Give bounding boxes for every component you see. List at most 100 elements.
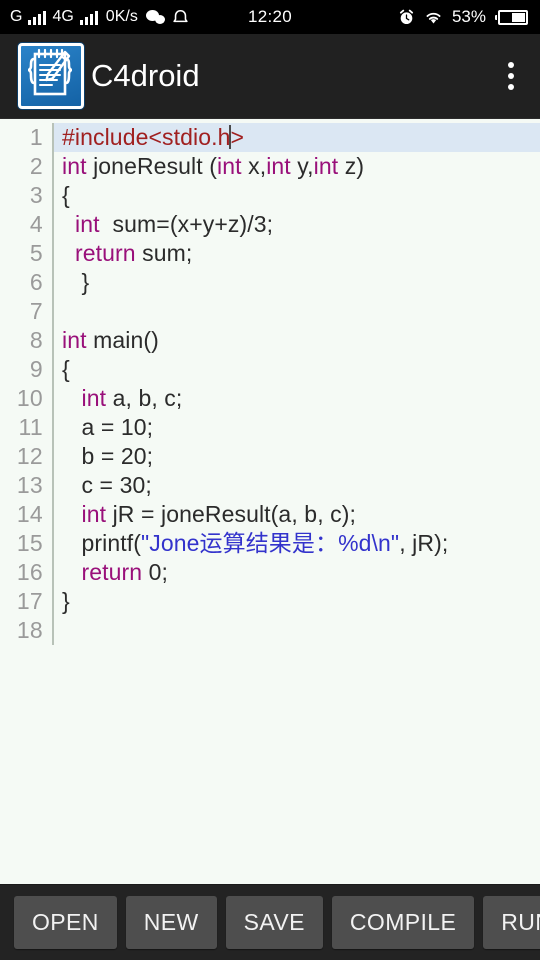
phone-screen: G 4G 0K/s 12:20 53% C4droid 1 #include<s… [0,0,540,960]
code-token: printf( [62,530,141,556]
code-token: y, [290,153,314,179]
code-token: int [74,211,100,237]
status-clock: 12:20 [247,7,293,26]
code-editor[interactable]: 1 #include<stdio.h> 2 int joneResult (int x… [0,119,540,884]
code-line-text[interactable]: b = 20; [54,442,540,471]
line-number: 10 [16,385,43,411]
code-token: { [62,356,70,382]
app-bar: C4droid [0,34,540,119]
code-line[interactable]: 2 int joneResult (int x,int y,int z) [0,152,540,181]
app-title: C4droid [91,58,200,93]
status-bar-left: G 4G 0K/s [10,8,189,26]
status-bar-right: 53% [398,0,528,34]
code-line-text[interactable]: int jR = joneResult(a, b, c); [54,500,540,529]
code-line[interactable]: 13 c = 30; [0,471,540,500]
code-token: } [62,269,90,295]
code-line[interactable]: 17} [0,587,540,616]
network-type-label: G [10,8,23,25]
code-line-text[interactable]: int a, b, c; [54,384,540,413]
code-line-text[interactable]: } [54,587,540,616]
code-line-text[interactable]: int sum=(x+y+z)/3; [54,210,540,239]
signal-bars-icon [28,10,47,25]
code-token: int [81,501,107,527]
overflow-menu-icon[interactable] [496,56,526,96]
line-number: 7 [29,298,43,324]
code-token: jR = joneResult(a, b, c); [106,501,357,527]
line-number: 15 [16,530,43,556]
code-token: main() [86,327,159,353]
code-line[interactable]: 15 printf("Jone运算结果是：%d\n", jR); [0,529,540,558]
code-token: sum=(x+y+z)/3; [99,211,274,237]
battery-icon [495,9,528,25]
code-token: return [81,559,143,585]
compile-button[interactable]: COMPILE [331,896,475,949]
code-line[interactable]: 18 [0,616,540,645]
code-line[interactable]: 11 a = 10; [0,413,540,442]
line-number: 5 [29,240,43,266]
code-line[interactable]: 1 #include<stdio.h> [0,123,540,152]
code-token: int [313,153,339,179]
bottom-toolbar: OPENNEWSAVECOMPILERUN [0,884,540,960]
code-token: joneResult ( [86,153,218,179]
line-number: 16 [16,559,43,585]
code-line[interactable]: 6 } [0,268,540,297]
code-line-text[interactable]: { [54,355,540,384]
code-token: a = 10; [62,414,154,440]
code-line[interactable]: 7 [0,297,540,326]
line-number: 3 [29,182,43,208]
network-type-2-label: 4G [52,8,74,25]
code-line-text[interactable]: return 0; [54,558,540,587]
code-line[interactable]: 14 int jR = joneResult(a, b, c); [0,500,540,529]
code-token: c = 30; [62,472,152,498]
data-speed-label: 0K/s [105,8,138,25]
alarm-icon [398,9,415,26]
save-button[interactable]: SAVE [225,896,323,949]
signal-bars-icon-2 [79,10,98,25]
code-line[interactable]: 16 return 0; [0,558,540,587]
status-bar: G 4G 0K/s 12:20 53% [0,0,540,34]
code-lines-container[interactable]: 1 #include<stdio.h> 2 int joneResult (int x… [0,119,540,645]
code-line-text[interactable]: } [54,268,540,297]
code-line-text[interactable] [54,297,540,326]
new-button[interactable]: NEW [125,896,217,949]
code-line[interactable]: 12 b = 20; [0,442,540,471]
code-line[interactable]: 8 int main() [0,326,540,355]
code-line-text[interactable]: #include<stdio.h> [54,123,540,152]
code-token: int [217,153,242,179]
wifi-icon [424,10,443,25]
code-line-text[interactable]: int joneResult (int x,int y,int z) [54,152,540,181]
line-number: 2 [29,153,43,179]
code-token: sum; [135,240,193,266]
code-line-text[interactable]: a = 10; [54,413,540,442]
code-line-text[interactable] [54,616,540,645]
open-button[interactable]: OPEN [14,896,117,949]
code-line[interactable]: 4 int sum=(x+y+z)/3; [0,210,540,239]
code-token: , jR); [399,530,449,556]
code-line-text[interactable]: c = 30; [54,471,540,500]
line-number: 11 [18,414,43,440]
line-number: 6 [29,269,43,295]
line-number: 8 [29,327,43,353]
line-number: 9 [29,356,43,382]
code-token: x, [241,153,267,179]
code-line[interactable]: 9{ [0,355,540,384]
code-token: z) [338,153,365,179]
code-line[interactable]: 10 int a, b, c; [0,384,540,413]
code-line[interactable]: 5 return sum; [0,239,540,268]
code-token: > [230,124,245,150]
line-number: 18 [16,617,43,643]
code-token: "Jone运算结果是：%d\n" [140,530,400,556]
code-token: int [81,385,107,411]
line-number: 4 [29,211,43,237]
code-line-text[interactable]: printf("Jone运算结果是：%d\n", jR); [54,529,540,558]
code-line-text[interactable]: return sum; [54,239,540,268]
code-line-text[interactable]: { [54,181,540,210]
run-button[interactable]: RUN [483,896,540,949]
code-line-text[interactable]: int main() [54,326,540,355]
code-token: a, b, c; [106,385,183,411]
code-line[interactable]: 3{ [0,181,540,210]
